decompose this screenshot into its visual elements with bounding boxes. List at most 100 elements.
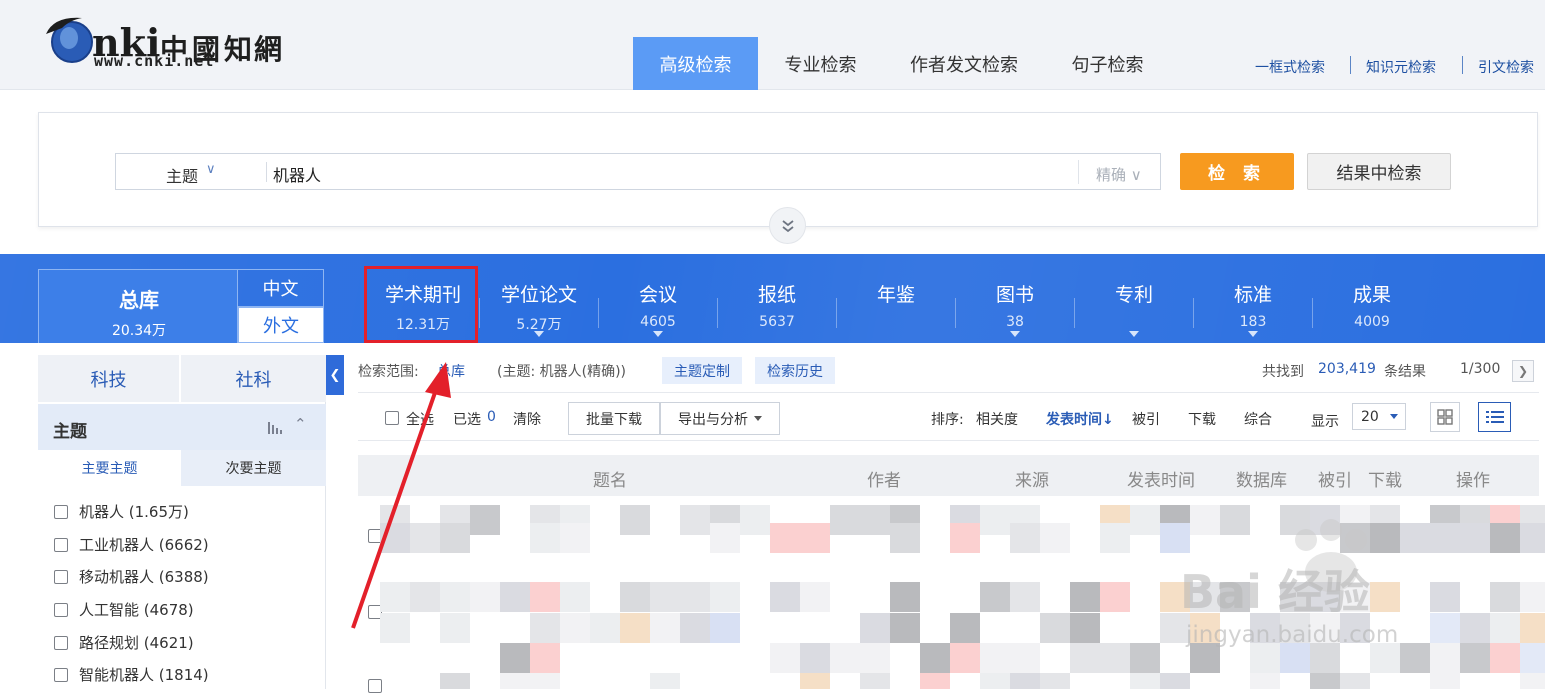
db-newspaper[interactable]: 报纸 5637	[718, 269, 836, 343]
select-all-checkbox[interactable]	[385, 411, 399, 425]
blurred-cell	[860, 673, 890, 689]
col-author[interactable]: 作者	[867, 466, 901, 491]
col-downloads[interactable]: 下载	[1368, 466, 1402, 491]
blurred-cell	[950, 643, 980, 673]
blurred-cell	[980, 643, 1010, 673]
blurred-cell	[860, 505, 890, 535]
sort-composite[interactable]: 综合	[1244, 409, 1272, 429]
checkbox[interactable]	[54, 667, 68, 682]
dropdown-triangle-icon[interactable]	[653, 331, 663, 337]
blurred-cell	[650, 613, 680, 643]
subtab-secondary-topics[interactable]: 次要主题	[181, 450, 326, 486]
divider	[266, 162, 267, 182]
blurred-cell	[1310, 673, 1340, 689]
col-title[interactable]: 题名	[593, 466, 627, 491]
db-total[interactable]: 总库 20.34万	[38, 269, 238, 343]
facet-item[interactable]: 人工智能 (4678)	[54, 599, 194, 620]
col-date[interactable]: 发表时间	[1127, 466, 1195, 491]
export-analysis-button[interactable]: 导出与分析	[660, 402, 780, 435]
blurred-cell	[1070, 613, 1100, 643]
search-history-button[interactable]: 检索历史	[755, 357, 835, 384]
db-label: 标准	[1233, 284, 1272, 306]
tab-advanced-search[interactable]: 高级检索	[633, 37, 758, 90]
db-journal[interactable]: 学术期刊 12.31万	[368, 269, 478, 343]
checkbox[interactable]	[54, 635, 68, 650]
blurred-cell	[1040, 673, 1070, 689]
list-icon	[1485, 411, 1504, 423]
clear-button[interactable]: 清除	[513, 409, 541, 429]
blurred-cell	[530, 523, 560, 553]
sort-date[interactable]: 发表时间↓	[1046, 409, 1114, 429]
db-count: 4009	[1354, 314, 1390, 330]
checkbox[interactable]	[54, 569, 68, 584]
sort-download[interactable]: 下载	[1188, 409, 1216, 429]
category-tech[interactable]: 科技	[38, 355, 179, 402]
db-books[interactable]: 图书 38	[956, 269, 1074, 343]
dropdown-triangle-icon[interactable]	[1248, 331, 1258, 337]
facet-item[interactable]: 智能机器人 (1814)	[54, 664, 209, 685]
tab-author-search[interactable]: 作者发文检索	[883, 37, 1045, 90]
search-button[interactable]: 检 索	[1180, 153, 1294, 190]
search-row: 主题 ∨ 机器人 精确 ∨	[115, 153, 1161, 190]
chevron-down-icon[interactable]: ∨	[206, 162, 216, 177]
link-knowledge-search[interactable]: 知识元检索	[1366, 57, 1436, 77]
checkbox[interactable]	[54, 504, 68, 519]
scope-value[interactable]: 总库	[437, 361, 465, 381]
db-label: 年鉴	[876, 284, 915, 306]
batch-download-button[interactable]: 批量下载	[568, 402, 660, 435]
sort-cited[interactable]: 被引	[1132, 409, 1160, 429]
checkbox[interactable]	[54, 602, 68, 617]
grid-view-button[interactable]	[1430, 402, 1460, 432]
db-standard[interactable]: 标准 183	[1194, 269, 1312, 343]
link-basic-search[interactable]: 一框式检索	[1255, 57, 1325, 77]
topic-custom-button[interactable]: 主题定制	[662, 357, 742, 384]
db-achievement[interactable]: 成果 4009	[1313, 269, 1431, 343]
sort-relevance[interactable]: 相关度	[976, 409, 1018, 429]
match-mode-select[interactable]: 精确 ∨	[1096, 164, 1142, 185]
search-input[interactable]: 机器人	[273, 162, 321, 186]
search-within-button[interactable]: 结果中检索	[1307, 153, 1451, 190]
blurred-cell	[860, 613, 890, 643]
lang-chinese[interactable]: 中文	[238, 269, 324, 307]
lang-foreign[interactable]: 外文	[238, 307, 324, 343]
blurred-cell	[1460, 613, 1490, 643]
bar-chart-icon[interactable]	[267, 420, 283, 434]
row-checkbox[interactable]	[368, 679, 382, 693]
blurred-cell	[770, 523, 800, 553]
col-source[interactable]: 来源	[1015, 466, 1049, 491]
checkbox[interactable]	[54, 537, 68, 552]
chevron-up-icon[interactable]: ⌃	[294, 415, 307, 433]
blurred-cell	[530, 673, 560, 689]
blurred-cell	[980, 673, 1010, 689]
list-view-button[interactable]	[1478, 402, 1511, 432]
db-yearbook[interactable]: 年鉴	[837, 269, 955, 343]
facet-item[interactable]: 路径规划 (4621)	[54, 632, 194, 653]
field-select[interactable]: 主题	[166, 163, 198, 187]
tab-sentence-search[interactable]: 句子检索	[1045, 37, 1170, 90]
col-cited[interactable]: 被引	[1318, 466, 1352, 491]
tab-professional-search[interactable]: 专业检索	[758, 37, 883, 90]
col-database[interactable]: 数据库	[1236, 466, 1287, 491]
facet-item[interactable]: 工业机器人 (6662)	[54, 534, 209, 555]
col-actions[interactable]: 操作	[1456, 466, 1490, 491]
subtab-primary-topics[interactable]: 主要主题	[38, 450, 181, 486]
expand-chevron-icon[interactable]	[769, 207, 806, 244]
db-count: 183	[1239, 314, 1267, 330]
db-conference[interactable]: 会议 4605	[599, 269, 717, 343]
blurred-cell	[1520, 643, 1545, 673]
select-all-label[interactable]: 全选	[406, 409, 434, 429]
category-social[interactable]: 社科	[181, 355, 326, 402]
facet-item[interactable]: 机器人 (1.65万)	[54, 501, 189, 522]
next-page-button[interactable]: ❯	[1512, 360, 1534, 382]
blurred-cell	[1070, 582, 1100, 612]
collapse-sidebar-button[interactable]: ❮	[326, 355, 344, 395]
dropdown-triangle-icon[interactable]	[1010, 331, 1020, 337]
db-thesis[interactable]: 学位论文 5.27万	[480, 269, 598, 343]
facet-item[interactable]: 移动机器人 (6388)	[54, 566, 209, 587]
link-citation-search[interactable]: 引文检索	[1478, 57, 1534, 77]
blurred-cell	[920, 643, 950, 673]
page-size-select[interactable]: 20	[1352, 403, 1406, 430]
db-patent[interactable]: 专利	[1075, 269, 1193, 343]
dropdown-triangle-icon[interactable]	[1129, 331, 1139, 337]
dropdown-triangle-icon[interactable]	[534, 331, 544, 337]
